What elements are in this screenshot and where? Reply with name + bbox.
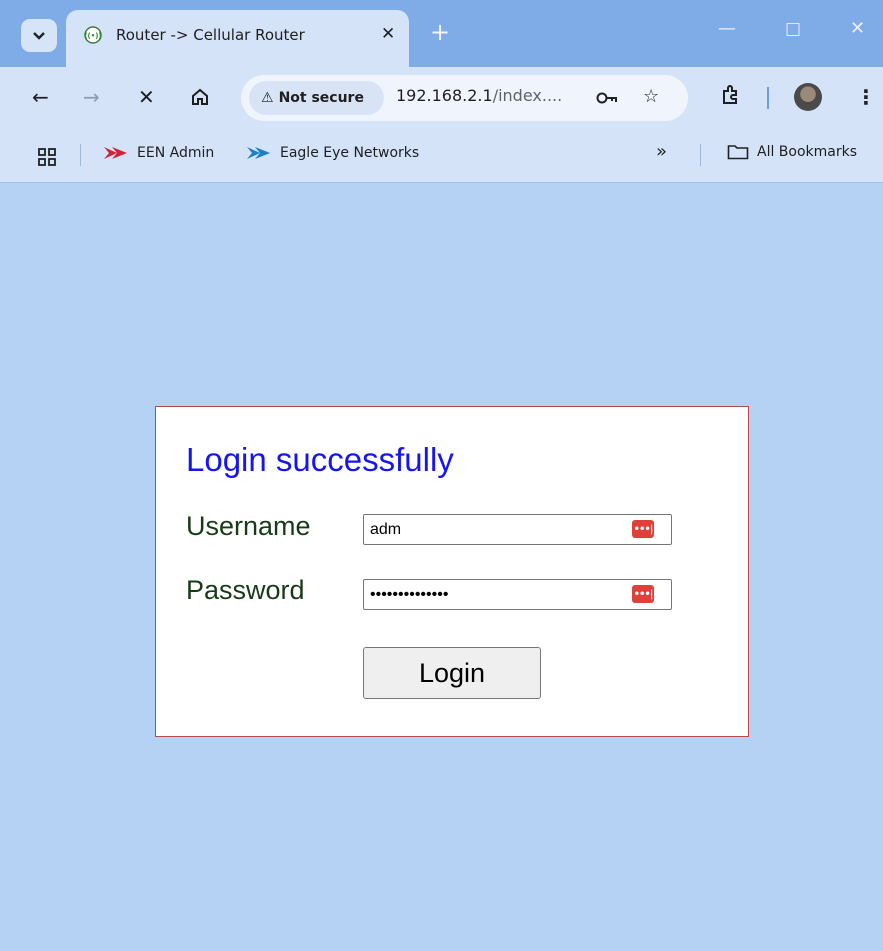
bookmark-een-admin[interactable]: EEN Admin (103, 144, 214, 162)
password-input[interactable] (363, 579, 672, 610)
apps-grid-icon[interactable] (37, 147, 57, 167)
toolbar-divider (767, 87, 769, 109)
bookmarks-overflow-icon[interactable]: » (656, 141, 667, 162)
een-admin-favicon-icon (104, 147, 127, 159)
password-manager-icon[interactable]: •••| (632, 520, 654, 538)
menu-kebab-icon[interactable]: ⋮ (856, 85, 876, 109)
active-tab[interactable]: ((•)) Router -> Cellular Router ✕ (66, 10, 409, 67)
tab-title: Router -> Cellular Router (116, 26, 305, 44)
close-tab-icon[interactable]: ✕ (381, 24, 395, 44)
forward-arrow-icon[interactable]: → (83, 85, 100, 109)
password-label: Password (186, 575, 305, 605)
router-favicon-icon: ((•)) (84, 26, 102, 44)
password-manager-icon[interactable]: •••| (632, 585, 654, 603)
folder-icon (727, 145, 749, 160)
chevron-down-icon (33, 31, 45, 40)
address-bar[interactable]: ⚠ Not secure 192.168.2.1/index.... ☆ (241, 75, 688, 121)
security-chip[interactable]: ⚠ Not secure (249, 81, 384, 115)
bookmark-eagle-eye-networks[interactable]: Eagle Eye Networks (246, 144, 419, 162)
url-text[interactable]: 192.168.2.1/index.... (396, 86, 562, 105)
window-close-icon[interactable]: ✕ (850, 18, 865, 39)
security-label: Not secure (278, 90, 364, 106)
title-bar: ((•)) Router -> Cellular Router ✕ + — ☐ … (0, 0, 883, 67)
bookmark-star-icon[interactable]: ☆ (643, 86, 659, 107)
home-icon[interactable] (190, 87, 210, 107)
new-tab-button[interactable]: + (430, 18, 450, 46)
url-path: /index.... (492, 86, 563, 105)
username-input[interactable] (363, 514, 672, 545)
extensions-icon[interactable] (720, 84, 742, 106)
warning-icon: ⚠ (261, 90, 274, 106)
login-button[interactable]: Login (363, 647, 541, 699)
browser-toolbar: ← → ✕ ⚠ Not secure 192.168.2.1/index....… (0, 67, 883, 130)
key-icon[interactable] (596, 91, 618, 105)
stop-loading-icon[interactable]: ✕ (138, 85, 155, 109)
bookmark-label: Eagle Eye Networks (280, 145, 420, 161)
url-host: 192.168.2.1 (396, 86, 493, 105)
username-label: Username (186, 511, 311, 541)
all-bookmarks-label: All Bookmarks (757, 144, 858, 160)
tab-search-button[interactable] (21, 19, 57, 52)
bookmarks-divider (700, 144, 701, 166)
eagle-eye-favicon-icon (247, 147, 270, 159)
bookmark-label: EEN Admin (137, 145, 215, 161)
bookmarks-divider (80, 144, 81, 166)
bookmarks-bar: EEN Admin Eagle Eye Networks » All Bookm… (0, 130, 883, 183)
profile-avatar[interactable] (794, 83, 822, 111)
minimize-icon[interactable]: — (718, 18, 736, 39)
login-status-title: Login successfully (186, 441, 454, 478)
maximize-icon[interactable]: ☐ (785, 20, 801, 41)
login-panel: Login successfully Username •••| Passwor… (155, 406, 749, 737)
page-content: Login successfully Username •••| Passwor… (0, 184, 883, 951)
all-bookmarks-button[interactable]: All Bookmarks (727, 144, 857, 160)
svg-text:((•)): ((•)) (84, 32, 101, 40)
back-arrow-icon[interactable]: ← (32, 85, 49, 109)
